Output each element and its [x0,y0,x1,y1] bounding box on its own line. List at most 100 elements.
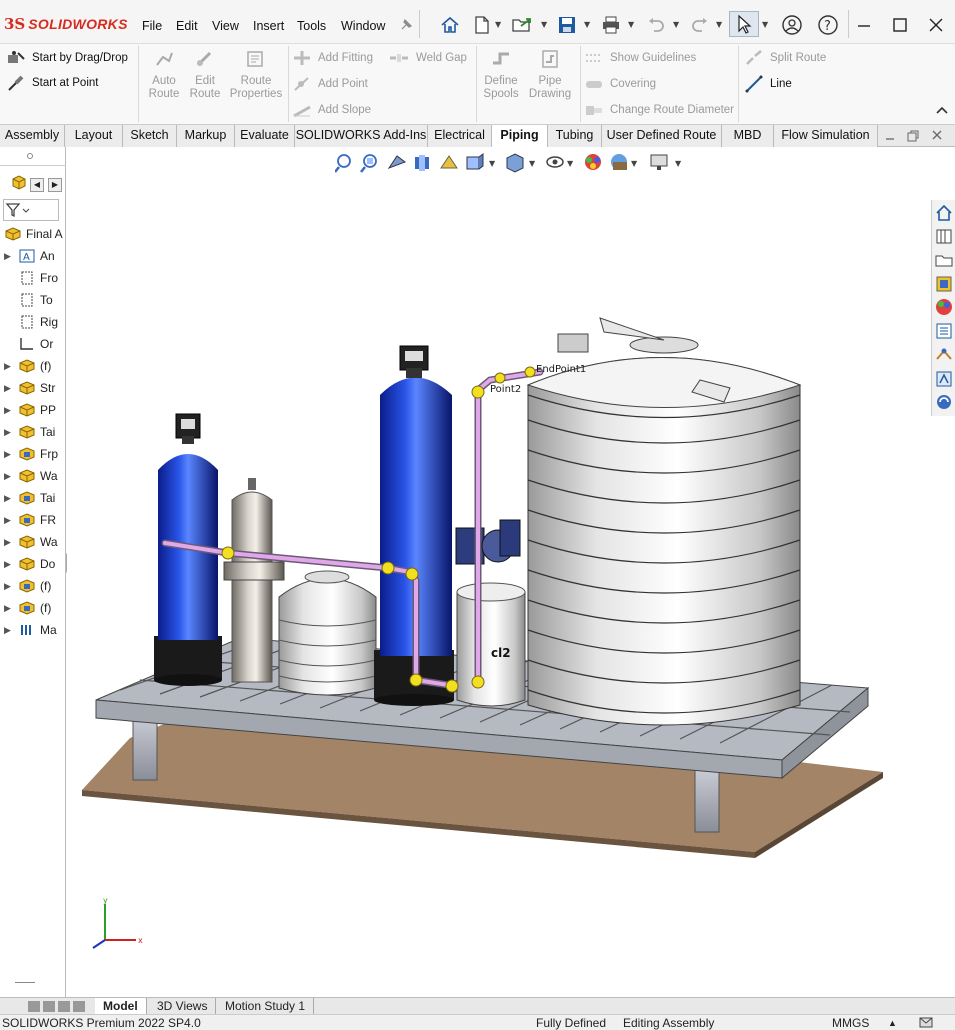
minimize-icon[interactable] [853,14,875,36]
start-at-point-button[interactable]: Start at Point [6,74,98,92]
solidworks-resources-icon[interactable] [934,203,954,223]
save-icon[interactable] [556,14,578,36]
graphics-viewport[interactable]: cl2 Point2 EndPoint1 y x [67,148,931,997]
tab-scroll-buttons[interactable] [28,1000,90,1013]
print-icon[interactable] [600,14,622,36]
menu-edit[interactable]: Edit [176,19,198,33]
select-button[interactable] [729,11,759,37]
custom-properties-icon[interactable] [934,321,954,341]
tree-item[interactable]: Fro [0,268,66,288]
view-settings-icon[interactable] [650,154,668,170]
display-style-dropdown-icon[interactable]: ▼ [529,159,536,168]
tree-expand-icon[interactable]: ▶ [4,603,14,614]
tree-item[interactable]: ▶ Tai [0,422,66,442]
save-dropdown-icon[interactable]: ▼ [584,20,590,29]
menu-view[interactable]: View [212,19,239,33]
redo-dropdown-icon[interactable]: ▼ [716,20,722,29]
panel-grip-icon[interactable] [27,153,33,159]
split-route-button[interactable]: Split Route [744,49,826,67]
tab-sketch[interactable]: Sketch [123,125,177,147]
tree-scroll-right-icon[interactable]: ▶ [48,178,62,192]
select-dropdown-icon[interactable]: ▼ [762,20,768,29]
menu-tools[interactable]: Tools [297,19,326,33]
tree-expand-icon[interactable]: ▶ [4,251,14,262]
start-drag-drop-button[interactable]: Start by Drag/Drop [6,49,128,67]
tab-motion-study-1[interactable]: Motion Study 1 [217,998,315,1015]
apply-scene-icon[interactable] [611,154,627,170]
new-document-icon[interactable] [471,14,493,36]
feature-tree-tab-icon[interactable] [10,173,28,194]
new-dropdown-icon[interactable]: ▼ [495,20,501,29]
doc-minimize-icon[interactable] [884,129,896,144]
tree-expand-icon[interactable]: ▶ [4,449,14,460]
tree-item[interactable]: ▶ (f) [0,598,66,618]
pump[interactable] [455,519,521,565]
add-point-button[interactable]: Add Point [292,75,368,93]
units-dropdown-icon[interactable]: ▲ [888,1018,897,1028]
3dexperience-icon[interactable] [934,369,954,389]
user-account-icon[interactable] [781,14,803,36]
previous-view-icon[interactable] [387,155,407,170]
print-dropdown-icon[interactable]: ▼ [628,20,634,29]
tree-expand-icon[interactable]: ▶ [4,559,14,570]
tab-markup[interactable]: Markup [177,125,235,147]
orientation-dropdown-icon[interactable]: ▼ [489,159,496,168]
file-explorer-icon[interactable] [934,250,954,270]
hide-show-dropdown-icon[interactable]: ▼ [567,159,574,168]
tree-expand-icon[interactable]: ▶ [4,471,14,482]
tree-item[interactable]: To [0,290,66,310]
scene-dropdown-icon[interactable]: ▼ [631,159,638,168]
display-style-icon[interactable] [506,153,524,173]
tree-expand-icon[interactable]: ▶ [4,625,14,636]
tree-item[interactable]: ▶ Ma [0,620,66,640]
doc-close-icon[interactable] [931,129,943,144]
add-slope-button[interactable]: Add Slope [292,101,371,119]
collapse-ribbon-icon[interactable] [935,104,949,119]
edit-appearance-icon[interactable] [585,154,601,170]
dosing-tank-cl2[interactable]: cl2 [456,582,526,707]
design-library-icon[interactable] [934,226,954,246]
covering-button[interactable]: Covering [584,75,656,93]
tree-item[interactable]: ▶ Frp [0,444,66,464]
tab-layout[interactable]: Layout [65,125,123,147]
change-route-diameter-button[interactable]: Change Route Diameter [584,101,734,119]
tree-item[interactable]: ▶ PP [0,400,66,420]
undo-dropdown-icon[interactable]: ▼ [673,20,679,29]
tree-item[interactable]: Rig [0,312,66,332]
close-icon[interactable] [925,14,947,36]
tab-solidworks-add-ins[interactable]: SOLIDWORKS Add-Ins [295,125,428,147]
tree-item[interactable]: ▶ (f) [0,576,66,596]
home-icon[interactable] [439,14,461,36]
tree-item[interactable]: ▶ Tai [0,488,66,508]
tree-item[interactable]: Or [0,334,66,354]
solidworks-logo[interactable]: 3S SOLIDWORKS [4,14,128,34]
line-button[interactable]: Line [744,75,792,93]
tree-item[interactable]: ▶ (f) [0,356,66,376]
tab-user-defined-route[interactable]: User Defined Route [602,125,722,147]
view-palette-icon[interactable] [934,274,954,294]
solidworks-forum-icon[interactable] [934,345,954,365]
tree-expand-icon[interactable]: ▶ [4,427,14,438]
tree-expand-icon[interactable]: ▶ [4,405,14,416]
open-folder-icon[interactable] [511,14,533,36]
frame-leg[interactable] [694,769,720,833]
tree-expand-icon[interactable]: ▶ [4,493,14,504]
small-tank-left[interactable] [278,570,377,696]
tree-expand-icon[interactable]: ▶ [4,581,14,592]
tab-tubing[interactable]: Tubing [548,125,602,147]
tree-expand-icon[interactable]: ▶ [4,383,14,394]
tab-piping[interactable]: Piping [492,125,548,147]
hide-show-items-icon[interactable] [546,156,564,168]
pipe-drawing-button[interactable]: Pipe Drawing [526,49,574,101]
tree-item[interactable]: ▶ Wa [0,466,66,486]
show-guidelines-button[interactable]: Show Guidelines [584,49,696,67]
tree-item[interactable]: ▶ Wa [0,532,66,552]
tab-flow-simulation[interactable]: Flow Simulation [774,125,878,147]
appearances-icon[interactable] [934,297,954,317]
tab-electrical[interactable]: Electrical [428,125,492,147]
section-view-icon[interactable] [415,155,429,171]
tree-filter-button[interactable] [3,199,59,221]
pin-icon[interactable] [395,14,417,36]
tree-item[interactable]: ▶ Do [0,554,66,574]
rebuild-icon[interactable] [934,392,954,412]
